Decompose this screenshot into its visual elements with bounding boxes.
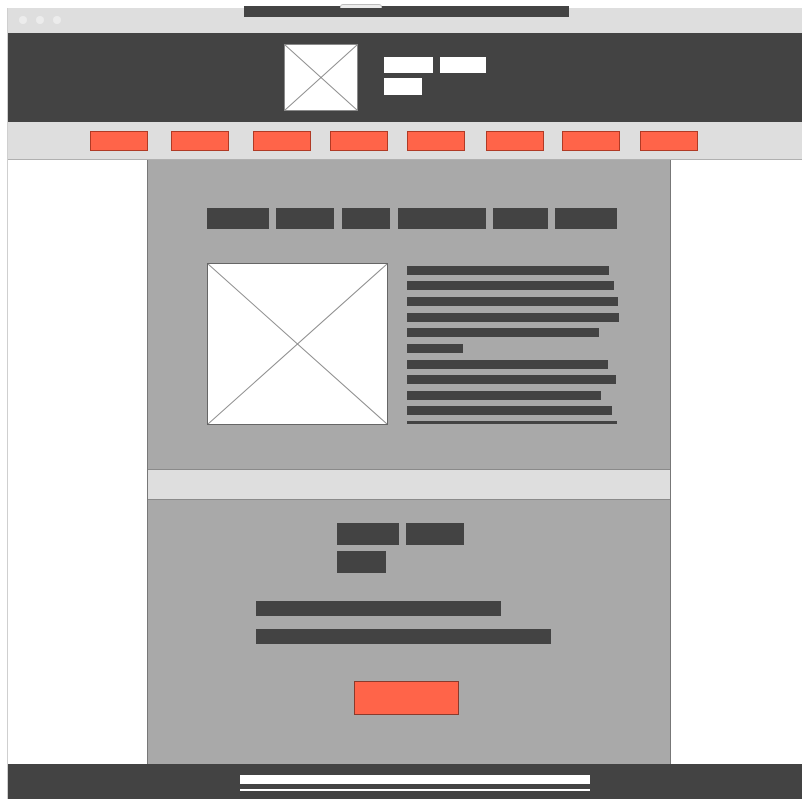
paragraph-line xyxy=(407,375,616,384)
section-heading-block xyxy=(493,208,548,229)
nav-item-2[interactable] xyxy=(171,131,229,151)
text-line xyxy=(256,629,551,644)
window-minimize-dot[interactable] xyxy=(36,16,44,24)
section-heading-block xyxy=(337,523,399,545)
footer-text-line xyxy=(240,775,590,784)
section-heading-block xyxy=(555,208,617,229)
nav-item-5[interactable] xyxy=(407,131,465,151)
header-text-block xyxy=(384,78,422,95)
paragraph-line xyxy=(407,297,618,306)
nav-item-6[interactable] xyxy=(486,131,544,151)
logo-image-placeholder-icon[interactable] xyxy=(284,44,358,111)
paragraph-line xyxy=(407,360,608,369)
content-image-placeholder-icon xyxy=(207,263,388,425)
nav-item-4[interactable] xyxy=(330,131,388,151)
address-bar[interactable] xyxy=(244,6,569,17)
section-divider xyxy=(148,469,670,500)
section-heading-block xyxy=(406,523,464,545)
text-line xyxy=(256,601,501,616)
window-close-dot[interactable] xyxy=(19,16,27,24)
nav-item-1[interactable] xyxy=(90,131,148,151)
paragraph-line xyxy=(407,266,609,275)
header-text-block xyxy=(384,57,433,73)
footer-text-line xyxy=(240,789,590,791)
header-text-block xyxy=(440,57,486,73)
paragraph-line xyxy=(407,391,601,400)
nav-item-7[interactable] xyxy=(562,131,620,151)
nav-item-8[interactable] xyxy=(640,131,698,151)
paragraph-line xyxy=(407,313,619,322)
section-heading-block xyxy=(398,208,486,229)
section-heading-block xyxy=(276,208,334,229)
main-content xyxy=(147,160,671,764)
browser-tab[interactable] xyxy=(340,4,382,8)
paragraph-line xyxy=(407,406,612,415)
call-to-action-button[interactable] xyxy=(354,681,459,715)
window-maximize-dot[interactable] xyxy=(53,16,61,24)
paragraph-line xyxy=(407,328,599,337)
nav-item-3[interactable] xyxy=(253,131,311,151)
section-heading-block xyxy=(207,208,269,229)
paragraph-line xyxy=(407,344,463,353)
paragraph-line xyxy=(407,421,617,424)
section-heading-block xyxy=(342,208,390,229)
section-heading-block xyxy=(337,551,386,573)
paragraph-line xyxy=(407,281,614,290)
